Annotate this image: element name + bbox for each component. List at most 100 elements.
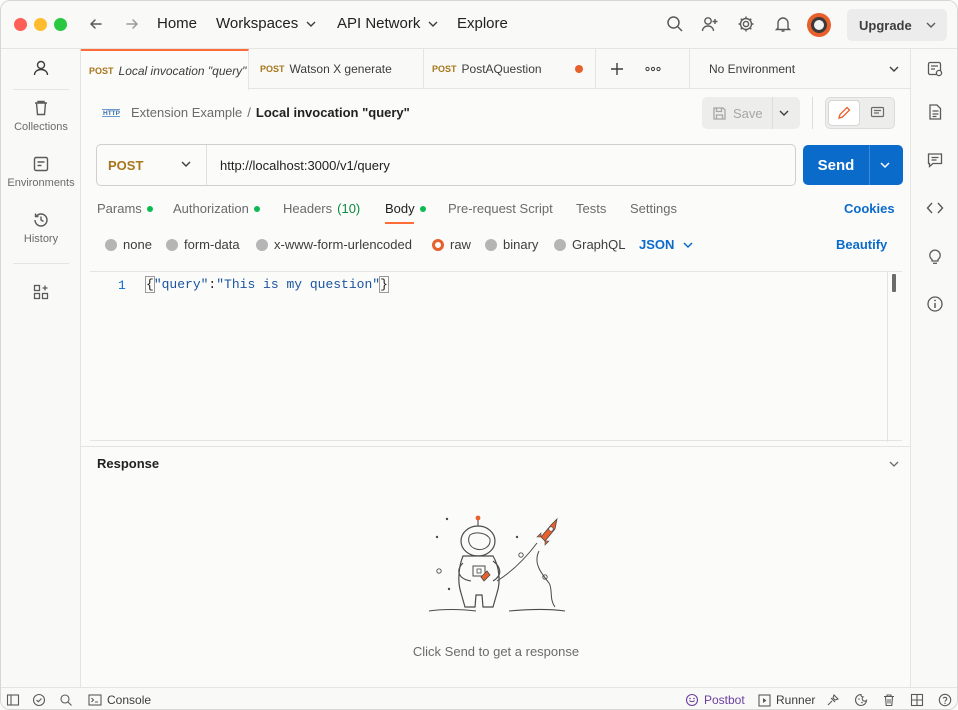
- tab-local-invocation[interactable]: POST Local invocation "query": [81, 49, 249, 90]
- breadcrumb-collection[interactable]: Extension Example: [131, 105, 242, 120]
- tab-postaquestion[interactable]: POST PostAQuestion: [424, 49, 596, 89]
- trash-icon[interactable]: [881, 692, 897, 708]
- radio-circle: [105, 238, 117, 251]
- more-tabs-ellipsis-icon[interactable]: [643, 59, 663, 79]
- comments-icon[interactable]: [924, 149, 946, 171]
- minimize-window-button[interactable]: [34, 18, 47, 31]
- body-editor[interactable]: 1 {"query":"This is my question"}: [90, 271, 902, 442]
- upgrade-button[interactable]: Upgrade: [847, 9, 947, 41]
- tab-method: POST: [260, 64, 285, 74]
- help-icon[interactable]: [937, 692, 953, 708]
- nav-workspaces[interactable]: Workspaces: [216, 15, 316, 32]
- title-bar: Home Workspaces API Network Explore Upgr…: [1, 1, 957, 49]
- runner-button[interactable]: Runner: [758, 693, 815, 707]
- tab-prerequest-script[interactable]: Pre-request Script: [448, 201, 553, 216]
- status-bar: Console Postbot Runner: [1, 687, 957, 709]
- send-button[interactable]: Send: [803, 145, 870, 185]
- radio-circle: [485, 238, 497, 251]
- url-input[interactable]: [208, 145, 788, 185]
- two-pane-view-icon[interactable]: [909, 692, 925, 708]
- chevron-down-icon: [683, 241, 693, 248]
- code-icon[interactable]: [924, 197, 946, 219]
- new-tab-plus-icon[interactable]: [607, 59, 627, 79]
- send-button-group: Send: [803, 145, 903, 185]
- right-sidebar: [910, 49, 957, 687]
- environment-quick-look-icon[interactable]: [924, 58, 946, 80]
- send-label: Send: [817, 156, 855, 174]
- toggle-sidebar-icon[interactable]: [5, 692, 21, 708]
- tab-authorization[interactable]: Authorization: [173, 201, 260, 216]
- runner-icon: [758, 693, 771, 707]
- environment-selected-label: No Environment: [709, 62, 796, 76]
- body-type-binary-radio[interactable]: binary: [485, 237, 538, 252]
- comment-icon[interactable]: [864, 102, 890, 124]
- search-icon[interactable]: [664, 13, 686, 35]
- avatar[interactable]: [807, 13, 831, 37]
- body-type-urlencoded-radio[interactable]: x-www-form-urlencoded: [256, 237, 412, 252]
- sidebar-divider: [13, 263, 69, 264]
- body-type-graphql-radio[interactable]: GraphQL: [554, 237, 625, 252]
- chevron-down-icon: [889, 66, 899, 72]
- tab-body[interactable]: Body: [385, 201, 426, 216]
- sidebar-item-configure[interactable]: [1, 283, 81, 305]
- tab-tests[interactable]: Tests: [576, 201, 606, 216]
- capture-requests-icon[interactable]: [825, 692, 841, 708]
- tab-watson-x[interactable]: POST Watson X generate: [252, 49, 424, 89]
- left-sidebar: Collections Environments History: [1, 49, 81, 687]
- code-line[interactable]: {"query":"This is my question"}: [145, 276, 389, 293]
- editor-scrollbar[interactable]: [892, 274, 896, 292]
- status-dot-icon: [419, 205, 426, 212]
- back-arrow-icon[interactable]: [85, 13, 107, 35]
- lightbulb-icon[interactable]: [924, 245, 946, 267]
- sidebar-item-account[interactable]: [1, 59, 81, 81]
- pencil-icon[interactable]: [828, 100, 860, 126]
- sidebar-item-history[interactable]: History: [1, 211, 81, 245]
- gear-icon[interactable]: [735, 13, 757, 35]
- trash-can-icon: [1, 99, 81, 117]
- close-window-button[interactable]: [14, 18, 27, 31]
- tab-params[interactable]: Params: [97, 201, 153, 216]
- console-button[interactable]: Console: [88, 693, 151, 707]
- tab-settings[interactable]: Settings: [630, 201, 677, 216]
- upgrade-label: Upgrade: [859, 17, 912, 33]
- chevron-down-icon[interactable]: [887, 457, 901, 471]
- tab-params-label: Params: [97, 201, 142, 216]
- chevron-down-icon[interactable]: [778, 107, 790, 119]
- breadcrumb-separator: /: [247, 105, 251, 120]
- postbot-button[interactable]: Postbot: [685, 693, 745, 707]
- maximize-window-button[interactable]: [54, 18, 67, 31]
- sidebar-item-environments[interactable]: Environments: [1, 155, 81, 189]
- tab-prerequest-label: Pre-request Script: [448, 201, 553, 216]
- nav-api-network[interactable]: API Network: [337, 15, 438, 32]
- save-icon: [713, 106, 726, 120]
- tab-headers[interactable]: Headers (10): [283, 201, 360, 216]
- forward-arrow-icon[interactable]: [121, 13, 143, 35]
- method-select[interactable]: POST: [97, 145, 207, 185]
- save-button[interactable]: Save: [702, 97, 773, 129]
- body-type-none-radio[interactable]: none: [105, 237, 152, 252]
- nav-explore[interactable]: Explore: [457, 15, 508, 32]
- sidebar-item-label: Collections: [14, 121, 68, 133]
- tab-name: Local invocation "query": [118, 63, 247, 78]
- beautify-link[interactable]: Beautify: [836, 237, 887, 252]
- bell-icon[interactable]: [772, 13, 794, 35]
- nav-home[interactable]: Home: [157, 15, 197, 32]
- info-icon[interactable]: [924, 293, 946, 315]
- tab-body-label: Body: [385, 201, 415, 216]
- sidebar-item-collections[interactable]: Collections: [1, 99, 81, 133]
- radio-circle: [554, 238, 566, 251]
- user-icon: [1, 59, 81, 77]
- online-status-icon[interactable]: [31, 692, 47, 708]
- environment-select[interactable]: No Environment: [689, 49, 910, 89]
- cookies-link[interactable]: Cookies: [844, 201, 895, 216]
- body-format-select[interactable]: JSON: [639, 237, 694, 252]
- documentation-icon[interactable]: [924, 101, 946, 123]
- body-type-form-data-radio[interactable]: form-data: [166, 237, 240, 252]
- chevron-down-icon[interactable]: [879, 159, 891, 171]
- chevron-down-icon: [428, 21, 438, 27]
- cookies-icon[interactable]: [853, 692, 869, 708]
- body-type-raw-radio[interactable]: raw: [432, 237, 471, 252]
- find-icon[interactable]: [58, 692, 74, 708]
- invite-user-icon[interactable]: [699, 13, 721, 35]
- breadcrumb-request-name[interactable]: Local invocation "query": [256, 105, 410, 120]
